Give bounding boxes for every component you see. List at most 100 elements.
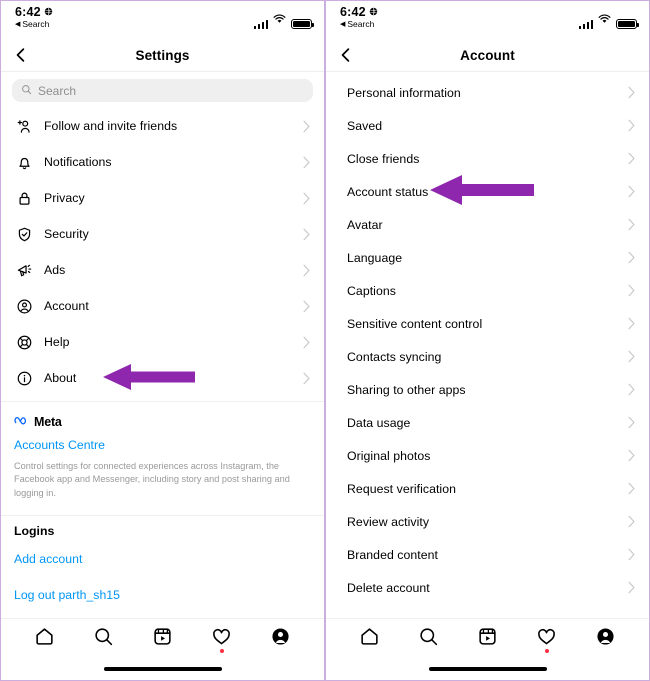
sidebar-item-notifications[interactable]: Notifications: [1, 144, 324, 180]
log-out-link[interactable]: Log out parth_sh15: [14, 588, 311, 602]
list-item-sensitive-content-control[interactable]: Sensitive content control: [326, 307, 649, 340]
list-item-label: Avatar: [347, 217, 383, 232]
list-item-label: Personal information: [347, 85, 461, 100]
list-item-label: Request verification: [347, 481, 456, 496]
accounts-centre-description: Control settings for connected experienc…: [14, 461, 290, 498]
chevron-right-icon: [302, 264, 312, 277]
location-globe-icon: [369, 5, 378, 19]
search-input[interactable]: Search: [12, 79, 313, 102]
list-item-avatar[interactable]: Avatar: [326, 208, 649, 241]
chevron-right-icon: [627, 581, 637, 594]
list-item-language[interactable]: Language: [326, 241, 649, 274]
search-icon: [418, 626, 439, 652]
list-item-label: Contacts syncing: [347, 349, 442, 364]
status-time: 6:42: [340, 5, 378, 19]
list-item-label: Original photos: [347, 448, 431, 463]
chevron-right-icon: [627, 86, 637, 99]
sidebar-item-label: Help: [44, 335, 70, 349]
chevron-left-icon[interactable]: [12, 46, 30, 64]
list-item-label: Saved: [347, 118, 383, 133]
sidebar-item-about[interactable]: About: [1, 360, 324, 396]
tab-profile[interactable]: [266, 624, 296, 654]
tab-activity[interactable]: [207, 624, 237, 654]
sidebar-item-account[interactable]: Account: [1, 288, 324, 324]
list-item-label: Captions: [347, 283, 396, 298]
list-item-personal-information[interactable]: Personal information: [326, 76, 649, 109]
meta-accounts-centre-section: Meta Accounts Centre Control settings fo…: [1, 402, 324, 510]
tab-activity[interactable]: [532, 624, 562, 654]
chevron-right-icon: [302, 120, 312, 133]
list-item-label: Review activity: [347, 514, 430, 529]
list-item-request-verification[interactable]: Request verification: [326, 472, 649, 505]
sidebar-item-label: Notifications: [44, 155, 112, 169]
chevron-right-icon: [627, 383, 637, 396]
lock-icon: [14, 190, 35, 207]
megaphone-icon: [14, 262, 35, 279]
list-item-delete-account[interactable]: Delete account: [326, 571, 649, 604]
sidebar-item-ads[interactable]: Ads: [1, 252, 324, 288]
list-item-original-photos[interactable]: Original photos: [326, 439, 649, 472]
sidebar-item-security[interactable]: Security: [1, 216, 324, 252]
status-back-to-app[interactable]: ◀ Search: [15, 19, 53, 29]
sidebar-item-privacy[interactable]: Privacy: [1, 180, 324, 216]
chevron-right-icon: [627, 449, 637, 462]
status-back-to-app[interactable]: ◀ Search: [340, 19, 378, 29]
info-circle-icon: [14, 370, 35, 387]
home-icon: [34, 626, 55, 652]
meta-brand-label: Meta: [34, 415, 62, 429]
account-screen: 6:42 ◀ Search Account Personal informati…: [325, 0, 650, 681]
list-item-data-usage[interactable]: Data usage: [326, 406, 649, 439]
triangle-left-icon: ◀: [340, 20, 346, 28]
list-item-contacts-syncing[interactable]: Contacts syncing: [326, 340, 649, 373]
search-placeholder: Search: [38, 83, 77, 98]
status-time-text: 6:42: [340, 5, 366, 19]
tab-reels[interactable]: [148, 624, 178, 654]
list-item-label: Account status: [347, 184, 429, 199]
chevron-right-icon: [627, 185, 637, 198]
list-item-account-status[interactable]: Account status: [326, 175, 649, 208]
lifebuoy-icon: [14, 334, 35, 351]
list-item-label: Branded content: [347, 547, 438, 562]
tab-home[interactable]: [30, 624, 60, 654]
account-navbar: Account: [326, 39, 649, 72]
home-indicator: [103, 667, 222, 671]
settings-content: Search Follow and invite friends Notific…: [1, 72, 324, 618]
tab-search[interactable]: [414, 624, 444, 654]
home-indicator: [428, 667, 547, 671]
wifi-icon: [273, 11, 286, 29]
reels-icon: [477, 626, 498, 652]
list-item-close-friends[interactable]: Close friends: [326, 142, 649, 175]
accounts-centre-link[interactable]: Accounts Centre: [14, 438, 311, 452]
list-item-review-activity[interactable]: Review activity: [326, 505, 649, 538]
logins-section: Logins Add account Log out parth_sh15: [1, 516, 324, 602]
status-bar-left-group: 6:42 ◀ Search: [15, 5, 53, 29]
sidebar-item-help[interactable]: Help: [1, 324, 324, 360]
list-item-saved[interactable]: Saved: [326, 109, 649, 142]
tab-reels[interactable]: [473, 624, 503, 654]
chevron-right-icon: [302, 192, 312, 205]
tab-home[interactable]: [355, 624, 385, 654]
sidebar-item-label: Account: [44, 299, 89, 313]
profile-icon: [270, 626, 291, 652]
add-account-link[interactable]: Add account: [14, 552, 311, 566]
chevron-right-icon: [302, 336, 312, 349]
chevron-right-icon: [627, 548, 637, 561]
account-content: Personal information Saved Close friends…: [326, 72, 649, 618]
list-item-sharing-to-other-apps[interactable]: Sharing to other apps: [326, 373, 649, 406]
activity-badge-dot: [219, 649, 224, 653]
triangle-left-icon: ◀: [15, 20, 21, 28]
chevron-right-icon: [627, 482, 637, 495]
list-item-captions[interactable]: Captions: [326, 274, 649, 307]
wifi-icon: [598, 11, 611, 29]
list-item-label: Data usage: [347, 415, 411, 430]
list-item-label: Sensitive content control: [347, 316, 483, 331]
sidebar-item-follow-and-invite-friends[interactable]: Follow and invite friends: [1, 108, 324, 144]
chevron-right-icon: [627, 350, 637, 363]
list-item-branded-content[interactable]: Branded content: [326, 538, 649, 571]
chevron-right-icon: [302, 156, 312, 169]
settings-navbar: Settings: [1, 39, 324, 72]
chevron-left-icon[interactable]: [337, 46, 355, 64]
sidebar-item-label: Follow and invite friends: [44, 119, 178, 133]
tab-profile[interactable]: [591, 624, 621, 654]
tab-search[interactable]: [89, 624, 119, 654]
